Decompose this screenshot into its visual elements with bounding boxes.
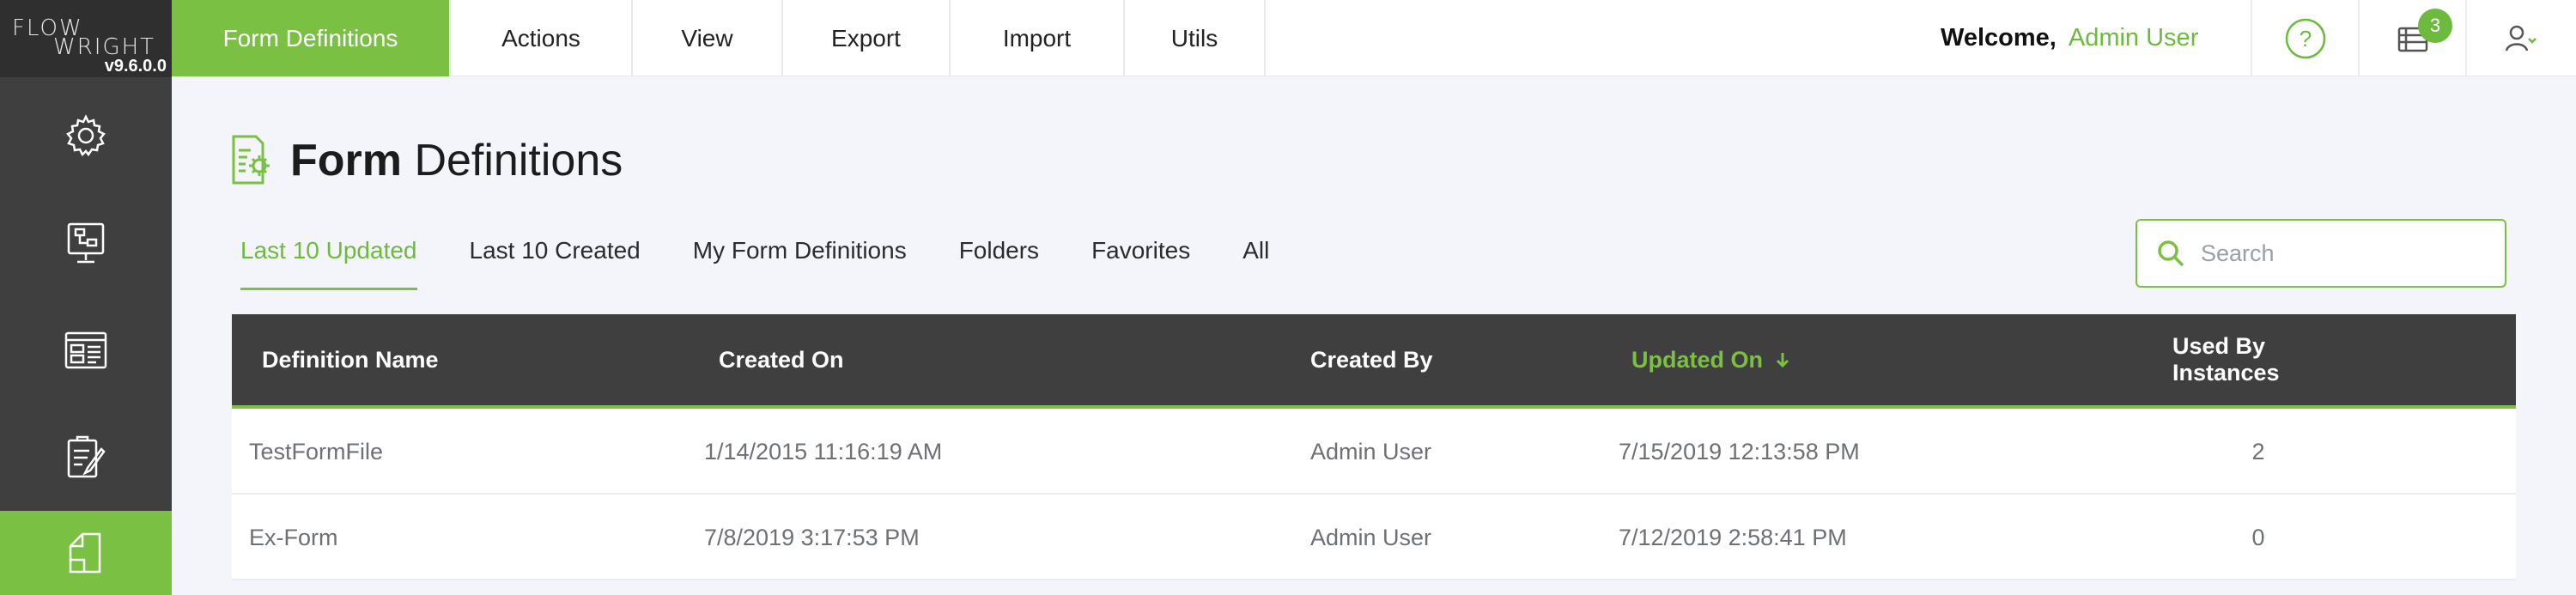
- user-name[interactable]: Admin User: [2069, 24, 2199, 52]
- definitions-table: Definition Name Created On Created By Up…: [232, 314, 2516, 580]
- form-edit-icon: [67, 435, 106, 477]
- menu-actions[interactable]: Actions: [451, 0, 633, 76]
- form-gear-icon: [232, 135, 270, 185]
- page-header: Form Definitions: [222, 133, 623, 188]
- svg-text:?: ?: [2299, 26, 2311, 52]
- column-definition-name[interactable]: Definition Name: [262, 314, 439, 405]
- cell-created-by: Admin User: [1310, 524, 1432, 550]
- sidebar-item-workflows[interactable]: [0, 189, 172, 296]
- welcome-label: Welcome,: [1941, 24, 2057, 52]
- sidebar: FLOW WRIGHT v9.6.0.0: [0, 0, 172, 595]
- logo-text: FLOW WRIGHT: [12, 17, 155, 58]
- tab-last-10-updated[interactable]: Last 10 Updated: [240, 232, 417, 290]
- menu-import[interactable]: Import: [951, 0, 1125, 76]
- question-circle-icon: ?: [2285, 18, 2325, 58]
- menu-utils[interactable]: Utils: [1125, 0, 1266, 76]
- tab-my-form-definitions[interactable]: My Form Definitions: [693, 232, 907, 290]
- column-created-by[interactable]: Created By: [1310, 314, 1433, 405]
- notification-count-badge: 3: [2418, 9, 2452, 43]
- cell-definition-name[interactable]: TestFormFile: [249, 409, 383, 495]
- page-title: Form Definitions: [290, 135, 623, 186]
- monitor-workflow-icon: [67, 222, 105, 263]
- cell-updated-on: 7/12/2019 2:58:41 PM: [1619, 524, 1847, 550]
- cell-created-on: 7/8/2019 3:17:53 PM: [704, 524, 920, 550]
- sidebar-item-settings[interactable]: [0, 82, 172, 189]
- column-updated-on[interactable]: Updated On: [1631, 314, 1792, 405]
- table-row[interactable]: TestFormFile 1/14/2015 11:16:19 AM Admin…: [232, 409, 2516, 495]
- cell-used-by-instances: 2: [2251, 438, 2265, 464]
- tab-last-10-created[interactable]: Last 10 Created: [470, 232, 641, 290]
- app-version: v9.6.0.0: [104, 57, 167, 76]
- cell-updated-on: 7/15/2019 12:13:58 PM: [1619, 438, 1860, 464]
- top-bar: Form Definitions Actions View Export Imp…: [172, 0, 2576, 76]
- filter-tabs: Last 10 Updated Last 10 Created My Form …: [240, 232, 1321, 292]
- document-definitions-icon: [69, 532, 101, 574]
- dashboard-window-icon: [64, 331, 107, 368]
- menu-view[interactable]: View: [633, 0, 783, 76]
- user-menu-button[interactable]: [2465, 0, 2573, 76]
- cell-used-by-instances: 0: [2251, 524, 2265, 550]
- notifications-button[interactable]: 3: [2358, 0, 2465, 76]
- table-header: Definition Name Created On Created By Up…: [232, 314, 2516, 409]
- column-created-on[interactable]: Created On: [719, 314, 844, 405]
- column-used-by-instances[interactable]: Used By Instances: [2172, 314, 2344, 405]
- main-menu: Form Definitions Actions View Export Imp…: [172, 0, 1266, 76]
- help-button[interactable]: ?: [2251, 0, 2358, 76]
- search-input[interactable]: [2201, 240, 2493, 267]
- tab-folders[interactable]: Folders: [959, 232, 1039, 290]
- page-title-rest: Definitions: [414, 136, 623, 185]
- gear-settings-icon: [66, 113, 106, 156]
- cell-created-on: 1/14/2015 11:16:19 AM: [704, 438, 943, 464]
- table-row[interactable]: Ex-Form 7/8/2019 3:17:53 PM Admin User 7…: [232, 495, 2516, 580]
- user-dropdown-icon: [2505, 25, 2537, 51]
- sidebar-item-dashboards[interactable]: [0, 296, 172, 404]
- column-updated-on-label: Updated On: [1631, 346, 1763, 373]
- app-logo[interactable]: FLOW WRIGHT v9.6.0.0: [0, 0, 172, 77]
- sidebar-item-forms[interactable]: [0, 404, 172, 511]
- sort-down-arrow-icon: [1776, 353, 1789, 368]
- search-box[interactable]: [2136, 219, 2506, 288]
- menu-form-definitions[interactable]: Form Definitions: [172, 0, 451, 76]
- search-icon: [2158, 240, 2184, 267]
- cell-created-by: Admin User: [1310, 438, 1432, 464]
- cell-definition-name[interactable]: Ex-Form: [249, 495, 338, 580]
- page-title-bold: Form: [290, 136, 402, 185]
- tab-all[interactable]: All: [1242, 232, 1269, 290]
- tab-favorites[interactable]: Favorites: [1091, 232, 1190, 290]
- welcome-message: Welcome, Admin User: [1941, 0, 2198, 76]
- sidebar-item-definitions[interactable]: [0, 511, 172, 595]
- menu-export[interactable]: Export: [783, 0, 951, 76]
